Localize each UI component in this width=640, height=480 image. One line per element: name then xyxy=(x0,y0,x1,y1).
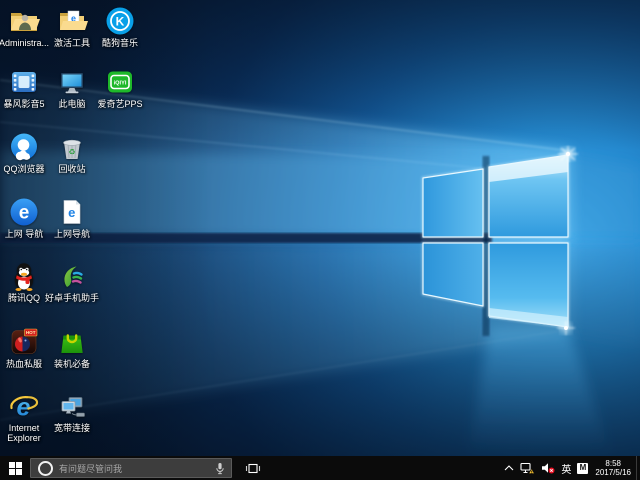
film-strip-icon xyxy=(8,66,40,98)
cortana-icon xyxy=(38,461,53,476)
icon-label: 暴风影音5 xyxy=(3,99,44,109)
desktop-icon-web-nav-circle[interactable]: e 上网 导航 xyxy=(0,196,48,239)
monitor-icon xyxy=(56,66,88,98)
qq-browser-icon xyxy=(8,131,40,163)
desktop-icon-broadband-connection[interactable]: 宽带连接 xyxy=(48,390,96,433)
browser-e-page-icon: e xyxy=(56,196,88,228)
desktop-icon-tencent-qq[interactable]: 腾讯QQ xyxy=(0,260,48,303)
icon-label: 此电脑 xyxy=(58,99,85,109)
windows-desktop: Administra... e 激活工具 K 酷狗音乐 xyxy=(0,0,640,480)
desktop-icon-this-pc[interactable]: 此电脑 xyxy=(48,66,96,109)
game-sphere-hot-icon: HOT xyxy=(8,326,40,358)
iqiyi-wordmark: iQIYI xyxy=(114,81,127,87)
task-view-button[interactable] xyxy=(239,456,267,480)
clock-date: 2017/5/16 xyxy=(595,468,631,477)
qq-penguin-icon xyxy=(8,260,40,292)
desktop-icon-haozhuo-assistant[interactable]: 好卓手机助手 xyxy=(48,260,96,303)
clock[interactable]: 8:58 2017/5/16 xyxy=(591,459,636,477)
icon-label: 腾讯QQ xyxy=(8,293,40,303)
ime-mode-indicator[interactable]: M xyxy=(574,456,591,480)
speaker-muted-icon xyxy=(541,462,555,474)
desktop-icon-game-private-server[interactable]: HOT 热血私服 xyxy=(0,326,48,369)
browser-e-circle-icon: e xyxy=(8,196,40,228)
hot-badge: HOT xyxy=(26,330,36,335)
chevron-up-icon xyxy=(504,465,514,471)
kugou-letter: K xyxy=(116,15,125,29)
ime-mode-letter: M xyxy=(577,463,588,474)
search-placeholder: 有问题尽管问我 xyxy=(59,462,209,475)
icon-label: 热血私服 xyxy=(6,359,42,369)
desktop-icon-recycle-bin[interactable]: ♻ 回收站 xyxy=(48,131,96,174)
desktop-icon-essential-software[interactable]: 装机必备 xyxy=(48,326,96,369)
desktop-icon-administrator-folder[interactable]: Administra... xyxy=(0,5,48,48)
desktop-icon-qq-browser[interactable]: QQ浏览器 xyxy=(0,131,48,174)
icon-label: 回收站 xyxy=(58,164,85,174)
volume-button[interactable] xyxy=(538,456,558,480)
icon-label: 好卓手机助手 xyxy=(45,293,99,303)
desktop-icon-storm-player[interactable]: 暴风影音5 xyxy=(0,66,48,109)
internet-explorer-icon: e xyxy=(8,390,40,422)
network-status-button[interactable] xyxy=(517,456,538,480)
icon-label: 宽带连接 xyxy=(54,423,90,433)
icon-label: 上网 导航 xyxy=(5,229,44,239)
icon-label: 酷狗音乐 xyxy=(102,38,138,48)
show-desktop-button[interactable] xyxy=(636,456,640,480)
recycle-bin-icon: ♻ xyxy=(56,131,88,163)
iqiyi-icon: iQIYI xyxy=(104,66,136,98)
ime-language-text: 英 xyxy=(561,461,571,476)
ime-language-indicator[interactable]: 英 xyxy=(558,456,574,480)
desktop-icon-internet-explorer[interactable]: e Internet Explorer xyxy=(0,390,48,443)
recycle-symbol: ♻ xyxy=(68,148,75,157)
taskbar: 有问题尽管问我 xyxy=(0,456,640,480)
icon-label: QQ浏览器 xyxy=(3,164,44,174)
desktop-icon-kugou-music[interactable]: K 酷狗音乐 xyxy=(96,5,144,48)
green-swirl-icon xyxy=(56,260,88,292)
folder-user-icon xyxy=(8,5,40,37)
icon-label: 爱奇艺PPS xyxy=(97,99,142,109)
clock-time: 8:58 xyxy=(595,459,631,468)
tray-overflow-button[interactable] xyxy=(501,456,517,480)
icon-label: Internet Explorer xyxy=(0,423,49,443)
broadband-monitors-icon xyxy=(56,390,88,422)
icon-label: Administra... xyxy=(0,38,49,48)
system-tray: 英 M 8:58 2017/5/16 xyxy=(501,456,640,480)
shopping-bag-icon xyxy=(56,326,88,358)
icon-label: 上网导航 xyxy=(54,229,90,239)
windows-logo-icon xyxy=(9,462,22,475)
desktop-icon-activation-tool[interactable]: e 激活工具 xyxy=(48,5,96,48)
folder-document-icon: e xyxy=(56,5,88,37)
microphone-icon[interactable] xyxy=(215,462,225,475)
nav-page-letter: e xyxy=(68,205,75,220)
start-button[interactable] xyxy=(0,456,30,480)
icon-label: 装机必备 xyxy=(54,359,90,369)
kugou-icon: K xyxy=(104,5,136,37)
nav-letter: e xyxy=(19,203,30,224)
icon-label: 激活工具 xyxy=(54,38,90,48)
network-warning-icon xyxy=(520,462,535,474)
desktop-icon-iqiyi[interactable]: iQIYI 爱奇艺PPS xyxy=(96,66,144,109)
task-view-icon xyxy=(245,462,261,475)
cortana-search-box[interactable]: 有问题尽管问我 xyxy=(30,458,232,478)
desktop-icon-web-nav-shortcut[interactable]: e 上网导航 xyxy=(48,196,96,239)
